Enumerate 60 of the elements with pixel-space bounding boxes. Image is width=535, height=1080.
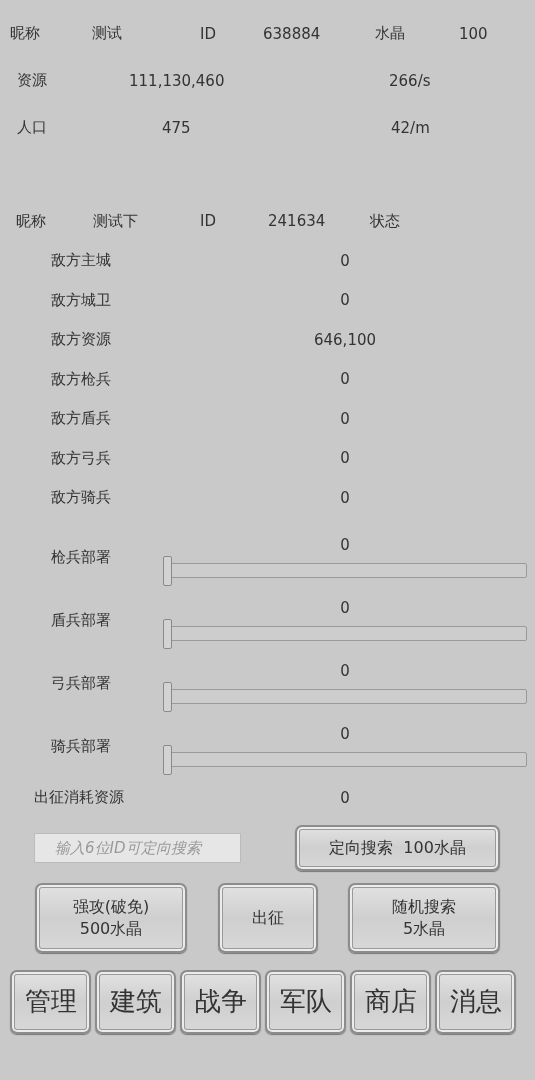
stat-label: 敌方骑兵 (51, 488, 111, 507)
stat-label: 敌方盾兵 (51, 409, 111, 428)
deploy-value: 0 (340, 724, 350, 743)
resource-value: 111,130,460 (129, 71, 225, 90)
deploy-slider[interactable] (163, 619, 527, 649)
action-button[interactable]: 强攻(破免) 500水晶 (35, 883, 187, 953)
stat-value: 0 (340, 251, 350, 270)
field-label: ID (200, 212, 216, 230)
cost-value: 0 (340, 788, 350, 807)
id-search-field[interactable]: 输入6位ID可定向搜索 (34, 832, 241, 863)
population-value: 475 (162, 118, 191, 137)
stat-label: 敌方弓兵 (51, 448, 111, 467)
id-value: 241634 (268, 212, 326, 230)
nickname-value: 测试 (92, 24, 122, 42)
deploy-value: 0 (340, 598, 350, 617)
deploy-slider[interactable] (163, 745, 527, 775)
field-label: 水晶 (375, 24, 405, 42)
field-label: 资源 (17, 71, 47, 89)
nickname-value: 测试下 (93, 211, 138, 230)
field-label: 昵称 (10, 24, 40, 42)
deploy-label: 骑兵部署 (51, 736, 111, 755)
slider-thumb[interactable] (163, 682, 172, 712)
rate-value: 42/m (391, 118, 430, 137)
slider-thumb[interactable] (163, 745, 172, 775)
stat-label: 敌方资源 (51, 330, 111, 349)
stat-value: 0 (340, 488, 350, 507)
field-label: 昵称 (16, 211, 46, 230)
stat-label: 敌方城卫 (51, 290, 111, 309)
nav-tab[interactable]: 建筑 (95, 969, 176, 1034)
id-value: 638884 (263, 24, 321, 43)
deploy-value: 0 (340, 661, 350, 680)
stat-value: 0 (340, 370, 350, 389)
nav-tab[interactable]: 商店 (350, 969, 431, 1034)
crystal-value: 100 (459, 24, 488, 43)
cost-label: 出征消耗资源 (34, 788, 124, 806)
nav-tab[interactable]: 军队 (265, 969, 346, 1034)
deploy-label: 枪兵部署 (51, 547, 111, 566)
nav-tab[interactable]: 消息 (435, 969, 516, 1034)
targeted-search-button[interactable]: 定向搜索 100水晶 (295, 824, 500, 871)
field-label: 人口 (17, 118, 47, 136)
deploy-value: 0 (340, 535, 350, 554)
rate-value: 266/s (389, 71, 431, 90)
nav-tab[interactable]: 战争 (180, 969, 261, 1034)
deploy-slider[interactable] (163, 682, 527, 712)
deploy-label: 盾兵部署 (51, 610, 111, 629)
slider-thumb[interactable] (163, 619, 172, 649)
deploy-label: 弓兵部署 (51, 673, 111, 692)
nav-tab[interactable]: 管理 (10, 969, 91, 1034)
slider-thumb[interactable] (163, 556, 172, 586)
stat-value: 646,100 (314, 330, 376, 349)
field-label: 状态 (370, 211, 400, 230)
field-label: ID (200, 24, 216, 43)
action-button[interactable]: 出征 (217, 883, 318, 953)
stat-value: 0 (340, 409, 350, 428)
deploy-slider[interactable] (163, 556, 527, 586)
stat-label: 敌方枪兵 (51, 369, 111, 388)
stat-value: 0 (340, 291, 350, 310)
action-button[interactable]: 随机搜索 5水晶 (348, 883, 500, 953)
stat-value: 0 (340, 449, 350, 468)
stat-label: 敌方主城 (51, 251, 111, 270)
